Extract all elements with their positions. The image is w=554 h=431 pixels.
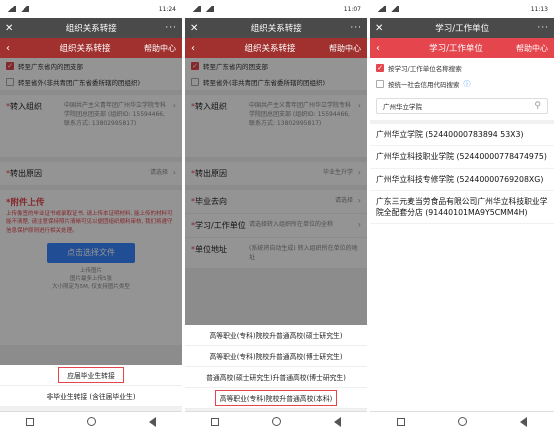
checkbox-checked-icon[interactable]: ✓ [376,64,384,72]
recent-apps-icon[interactable] [396,417,405,426]
more-icon[interactable]: ··· [537,23,549,33]
recent-apps-icon[interactable] [26,417,35,426]
signal-icon [19,6,29,12]
phone-screen-2: 11:07 ✕ 组织关系转接 ··· ‹ 组织关系转接 帮助中心 ✓ 转至广东省… [185,0,367,431]
close-icon[interactable]: ✕ [190,23,202,34]
option-label: 非毕业生转接 (含往届毕业生) [46,393,136,401]
system-nav-bar [0,411,182,431]
option-item[interactable]: 应届毕业生转接 [0,365,182,386]
page-title: 组织关系转接 [65,24,117,34]
option-label: 普通高校(硕士研究生)升普通高校(博士研究生) [206,374,346,382]
modal-overlay[interactable] [0,58,182,373]
back-icon[interactable]: ‹ [376,43,396,54]
sub-header: ‹ 组织关系转接 帮助中心 [0,38,182,58]
option-item[interactable]: 高等职业(专科)院校升普通高校(硕士研究生) [185,325,367,346]
signal-icon [191,6,201,12]
option-item[interactable]: 高等职业(专科)院校升普通高校(博士研究生) [185,346,367,367]
search-value: 广州华立学院 [383,103,422,111]
signal-icon [6,6,16,12]
form: ✓ 转至广东省内的团支部 转至省外(非共青团广东省委所辖的团组织) *转入组织 … [185,58,367,363]
status-time: 11:07 [343,5,361,13]
status-bar: 11:24 [0,0,182,18]
recent-apps-icon[interactable] [211,417,220,426]
option-sheet: 高等职业(专科)院校升普通高校(硕士研究生) 高等职业(专科)院校升普通高校(博… [185,325,367,409]
back-nav-icon[interactable] [148,416,156,427]
check-label: 按学习/工作单位名称搜索 [388,65,462,73]
result-item[interactable]: 广州华立学院 (52440000783894 53X3) [370,124,554,147]
option-label: 高等职业(专科)院校升普通高校(硕士研究生) [209,332,343,340]
search-icon[interactable]: ⚲ [534,101,541,111]
help-icon[interactable]: ⓘ [464,79,471,89]
page-title: 组织关系转接 [250,24,302,34]
check-option-code[interactable]: 按统一社会信用代码搜索 ⓘ [370,76,554,92]
sub-header: ‹ 组织关系转接 帮助中心 [185,38,367,58]
option-sheet: 应届毕业生转接 非毕业生转接 (含往届毕业生) [0,365,182,407]
result-item[interactable]: 广东三元麦当劳食品有限公司广州华立科技职业学院全配套分店 (91440101MA… [370,191,554,225]
phone-screen-3: 11:13 ✕ 学习/工作单位 ··· ‹ 学习/工作单位 帮助中心 ✓ 按学习… [370,0,554,431]
status-bar: 11:07 [185,0,367,18]
system-nav-bar [185,411,367,431]
close-icon[interactable]: ✕ [375,23,387,34]
home-icon[interactable] [457,417,467,426]
help-center-link[interactable]: 帮助中心 [329,43,361,54]
result-item[interactable]: 广州华立科技职业学院 (52440000778474975) [370,146,554,169]
help-center-link[interactable]: 帮助中心 [516,43,548,54]
status-bar: 11:13 [370,0,554,18]
result-item[interactable]: 广州华立科技专修学院 (52440000769208XG) [370,169,554,191]
form: ✓ 转至广东省内的团支部 转至省外(非共青团广东省委所辖的团组织) *转入组织 … [0,58,182,373]
page-title: 学习/工作单位 [435,24,490,34]
title-bar: ✕ 组织关系转接 ··· [185,18,367,38]
back-nav-icon[interactable] [333,416,341,427]
home-icon[interactable] [86,417,96,426]
system-nav-bar [370,411,554,431]
status-time: 11:13 [530,5,548,13]
option-item[interactable]: 高等职业(专科)院校升普通高校(本科) [185,388,367,409]
home-icon[interactable] [271,417,281,426]
signal-icon [389,6,399,12]
signal-icon [376,6,386,12]
signal-icon [204,6,214,12]
search-input[interactable]: 广州华立学院 ⚲ [376,98,548,114]
back-icon[interactable]: ‹ [6,43,26,54]
title-bar: ✕ 学习/工作单位 ··· [370,18,554,38]
sub-title: 组织关系转接 [59,44,111,54]
sub-title: 学习/工作单位 [429,44,483,54]
title-bar: ✕ 组织关系转接 ··· [0,18,182,38]
check-option-name[interactable]: ✓ 按学习/工作单位名称搜索 [370,60,554,76]
back-icon[interactable]: ‹ [191,43,211,54]
close-icon[interactable]: ✕ [5,23,17,34]
check-label: 按统一社会信用代码搜索 [388,81,460,89]
option-label: 高等职业(专科)院校升普通高校(博士研究生) [209,353,343,361]
status-time: 11:24 [158,5,176,13]
back-nav-icon[interactable] [520,416,528,427]
option-item[interactable]: 普通高校(硕士研究生)升普通高校(博士研究生) [185,367,367,388]
option-label-selected: 高等职业(专科)院校升普通高校(本科) [214,389,339,407]
sub-header: ‹ 学习/工作单位 帮助中心 [370,38,554,58]
phone-screen-1: 11:24 ✕ 组织关系转接 ··· ‹ 组织关系转接 帮助中心 ✓ 转至广东省… [0,0,182,431]
option-label-selected: 应届毕业生转接 [57,366,125,384]
more-icon[interactable]: ··· [350,23,362,33]
more-icon[interactable]: ··· [165,23,177,33]
modal-overlay[interactable] [185,58,367,363]
help-center-link[interactable]: 帮助中心 [144,43,176,54]
option-item[interactable]: 非毕业生转接 (含往届毕业生) [0,386,182,407]
checkbox-icon[interactable] [376,80,384,88]
sub-title: 组织关系转接 [244,44,296,54]
